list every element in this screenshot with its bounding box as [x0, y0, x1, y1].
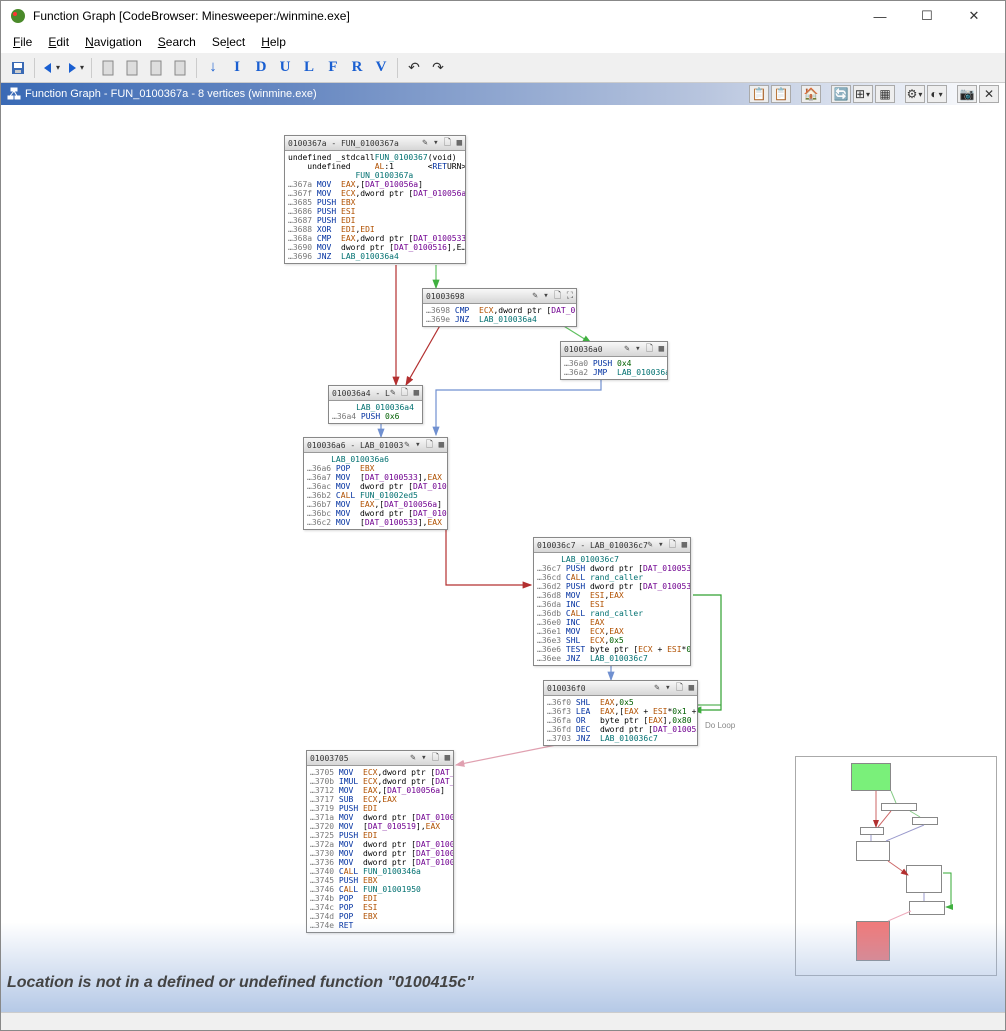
forward-icon[interactable]: ▾ — [64, 57, 86, 79]
menubar: File Edit Navigation Search Select Help — [1, 31, 1005, 53]
graph-node-01003698[interactable]: 01003698✎ ▾ 🗋 ⛶ …3698 CMP ECX,dword ptr … — [422, 288, 577, 327]
close-button[interactable]: ✕ — [951, 2, 997, 30]
menu-search[interactable]: Search — [152, 33, 202, 51]
panel-close-icon[interactable]: ✕ — [979, 85, 999, 103]
panel-toolbar: 📋 📋 🏠 🔄 ⊞▾ ▦ ⚙▾ ◐▾ 📷 ✕ — [749, 85, 999, 103]
toolbar-D[interactable]: D — [250, 57, 272, 79]
menu-navigation[interactable]: Navigation — [79, 33, 148, 51]
toolbar-U[interactable]: U — [274, 57, 296, 79]
redo-icon[interactable]: ↷ — [427, 57, 449, 79]
panel-title: Function Graph - FUN_0100367a - 8 vertic… — [25, 88, 317, 100]
menu-file[interactable]: File — [7, 33, 38, 51]
toolbar-down-icon[interactable]: ↓ — [202, 57, 224, 79]
doc3-icon[interactable] — [145, 57, 167, 79]
undo-icon[interactable]: ↶ — [403, 57, 425, 79]
main-window: Function Graph [CodeBrowser: Minesweeper… — [0, 0, 1006, 1031]
toolbar-L[interactable]: L — [298, 57, 320, 79]
toolbar-R[interactable]: R — [346, 57, 368, 79]
app-icon — [9, 7, 27, 25]
graph-node-01003705[interactable]: 01003705✎ ▾ 🗋 ▦ …3705 MOV ECX,dword ptr … — [306, 750, 454, 933]
maximize-button[interactable]: ☐ — [904, 2, 950, 30]
doc2-icon[interactable] — [121, 57, 143, 79]
statusbar — [1, 1012, 1005, 1030]
window-controls: — ☐ ✕ — [857, 2, 997, 30]
loop-label: Do Loop — [705, 721, 735, 730]
graph-node-010036a0[interactable]: 010036a0✎ ▾ 🗋 ▦ …36a0 PUSH 0x4 …36a2 JMP… — [560, 341, 668, 380]
save-icon[interactable] — [7, 57, 29, 79]
graph-node-010036c7[interactable]: 010036c7 - LAB_010036c7✎ ▾ 🗋 ▦ LAB_01003… — [533, 537, 691, 666]
options-icon[interactable]: ◐▾ — [927, 85, 947, 103]
titlebar: Function Graph [CodeBrowser: Minesweeper… — [1, 1, 1005, 31]
doc4-icon[interactable] — [169, 57, 191, 79]
panel-header: Function Graph - FUN_0100367a - 8 vertic… — [1, 83, 1005, 105]
copy-icon[interactable]: 📋 — [749, 85, 769, 103]
menu-select[interactable]: Select — [206, 33, 251, 51]
minimize-button[interactable]: — — [857, 2, 903, 30]
camera-icon[interactable]: 📷 — [957, 85, 977, 103]
graph-node-010036f0[interactable]: 010036f0✎ ▾ 🗋 ▦ …36f0 SHL EAX,0x5 …36f3 … — [543, 680, 698, 746]
menu-help[interactable]: Help — [255, 33, 292, 51]
layout-icon[interactable]: ⊞▾ — [853, 85, 873, 103]
paste-icon[interactable]: 📋 — [771, 85, 791, 103]
toolbar-I[interactable]: I — [226, 57, 248, 79]
status-message: Location is not in a defined or undefine… — [7, 974, 474, 992]
toolbar-F[interactable]: F — [322, 57, 344, 79]
nested-icon[interactable]: ▦ — [875, 85, 895, 103]
doc1-icon[interactable] — [97, 57, 119, 79]
back-icon[interactable]: ▾ — [40, 57, 62, 79]
graph-icon — [7, 87, 21, 101]
home-icon[interactable]: 🏠 — [801, 85, 821, 103]
window-title: Function Graph [CodeBrowser: Minesweeper… — [33, 9, 857, 23]
graph-node-0100367a[interactable]: 0100367a - FUN_0100367a✎ ▾ 🗋 ▦ undefined… — [284, 135, 466, 264]
canvas-gradient — [1, 922, 1005, 1012]
refresh-icon[interactable]: 🔄 — [831, 85, 851, 103]
graph-node-010036a4[interactable]: 010036a4 - L…✎ 🗋 ▦ LAB_010036a4 …36a4 PU… — [328, 385, 423, 424]
graph-canvas[interactable]: 0100367a - FUN_0100367a✎ ▾ 🗋 ▦ undefined… — [1, 105, 1005, 1012]
gear-icon[interactable]: ⚙▾ — [905, 85, 925, 103]
menu-edit[interactable]: Edit — [42, 33, 75, 51]
graph-node-010036a6[interactable]: 010036a6 - LAB_010036a6✎ ▾ 🗋 ▦ LAB_01003… — [303, 437, 448, 530]
toolbar-V[interactable]: V — [370, 57, 392, 79]
main-toolbar: ▾ ▾ ↓ I D U L F R V ↶ ↷ — [1, 53, 1005, 83]
